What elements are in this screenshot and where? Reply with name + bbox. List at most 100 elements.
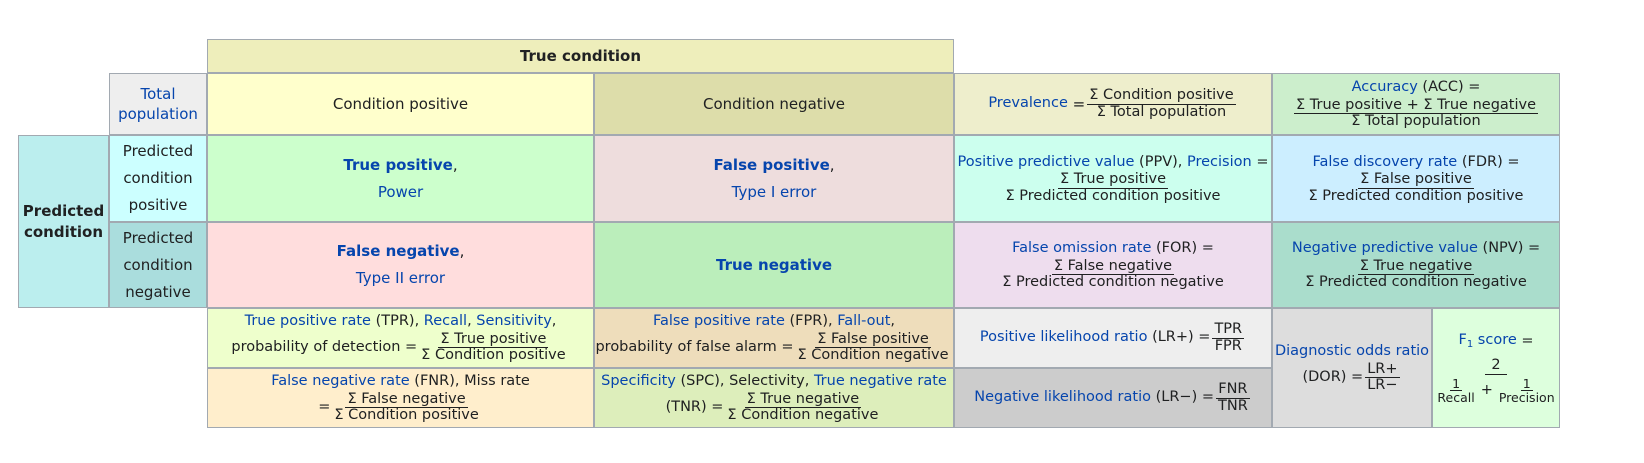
tpr-comma-2: , [551, 313, 557, 330]
fpr-comma: , [890, 313, 896, 330]
tpr-line2: probability of detection = [231, 339, 418, 355]
true-positive-link[interactable]: True positive [343, 156, 452, 174]
for-fraction: Σ False negative Σ Predicted condition n… [1000, 257, 1226, 291]
condition-positive-header: Condition positive [207, 73, 594, 135]
specificity-fraction: Σ True negative Σ Condition negative [725, 390, 880, 424]
f1-plus: + [1480, 381, 1493, 398]
prevalence-fraction: Σ Condition positive Σ Total population [1087, 86, 1236, 120]
specificity-link[interactable]: Specificity [601, 372, 676, 392]
total-population-cell: Total population [109, 73, 207, 135]
predicted-condition-header: Predicted condition [18, 135, 109, 308]
true-positive-cell: True positive, Power [207, 135, 594, 222]
lr-negative-denominator: TNR [1218, 397, 1248, 414]
fpr-abbr: (FPR), [789, 313, 833, 330]
npv-cell: Negative predictive value (NPV) = Σ True… [1272, 222, 1560, 308]
fdr-link[interactable]: False discovery rate [1312, 153, 1457, 173]
npv-fraction: Σ True negative Σ Predicted condition ne… [1303, 258, 1529, 291]
accuracy-numerator: Σ True positive + Σ True negative [1293, 96, 1538, 115]
predicted-condition-positive-header: Predicted condition positive [109, 135, 207, 222]
tpr-link[interactable]: True positive rate [245, 312, 371, 332]
fdr-fraction: Σ False positive Σ Predicted condition p… [1307, 171, 1526, 204]
false-negative-cell: False negative, Type II error [207, 222, 594, 308]
f1-precision-fraction: 1 Precision [1497, 377, 1557, 405]
total-population-link[interactable]: Total population [110, 84, 206, 125]
predicted-condition-positive-label: Predicted condition positive [122, 142, 194, 214]
tpr-comma: , [467, 313, 472, 330]
npv-abbr: (NPV) = [1482, 240, 1541, 257]
fnr-abbr: (FNR), Miss rate [414, 373, 530, 390]
f1-recall-fraction: 1 Recall [1435, 377, 1476, 405]
ppv-cell: Positive predictive value (PPV), Precisi… [954, 135, 1272, 222]
dor-link[interactable]: Diagnostic odds ratio [1275, 342, 1429, 362]
predicted-condition-label: Predicted condition [22, 202, 105, 241]
tpr-fraction: Σ True positive Σ Condition positive [419, 331, 567, 364]
accuracy-denominator: Σ Total population [1351, 113, 1481, 130]
fpr-line2: probability of false alarm = [595, 339, 794, 355]
ppv-abbr: (PPV), [1139, 153, 1183, 170]
type-i-error-link[interactable]: Type I error [732, 179, 817, 206]
specificity-line2: (TNR) = [665, 399, 724, 415]
dor-numerator: LR+ [1365, 360, 1400, 379]
specificity-abbr: (SPC), Selectivity, [680, 373, 810, 390]
fall-out-link[interactable]: Fall-out [837, 312, 890, 332]
f1-eq: = [1521, 332, 1534, 349]
accuracy-fraction: Σ True positive + Σ True negative Σ Tota… [1293, 96, 1538, 130]
tpr-denominator: Σ Condition positive [421, 347, 566, 364]
fnr-denominator: Σ Condition positive [334, 407, 479, 424]
prevalence-numerator: Σ Condition positive [1087, 86, 1236, 105]
fnr-link[interactable]: False negative rate [271, 372, 410, 392]
ppv-eq: = [1256, 153, 1269, 170]
fpr-denominator: Σ Condition negative [797, 347, 949, 364]
lr-positive-numerator: TPR [1212, 320, 1245, 339]
specificity-numerator: Σ True negative [744, 390, 862, 409]
tpr-cell: True positive rate (TPR), Recall, Sensit… [207, 308, 594, 368]
f1-recall-denominator: Recall [1437, 390, 1475, 406]
specificity-cell: Specificity (SPC), Selectivity, True neg… [594, 368, 954, 428]
lr-positive-denominator: FPR [1214, 337, 1242, 354]
true-condition-header: True condition [207, 39, 954, 73]
specificity-denominator: Σ Condition negative [727, 407, 879, 424]
fpr-cell: False positive rate (FPR), Fall-out, pro… [594, 308, 954, 368]
precision-link[interactable]: Precision [1187, 153, 1252, 173]
true-negative-link[interactable]: True negative [716, 255, 832, 275]
tpr-abbr: (TPR), [375, 313, 420, 330]
false-negative-link[interactable]: False negative [337, 242, 460, 260]
ppv-link[interactable]: Positive predictive value [958, 153, 1135, 173]
type-ii-error-link[interactable]: Type II error [356, 265, 445, 292]
fdr-abbr: (FDR) = [1461, 153, 1520, 170]
lr-negative-abbr: (LR−) = [1155, 389, 1214, 406]
condition-positive-label: Condition positive [332, 94, 469, 113]
dor-cell: Diagnostic odds ratio (DOR) = LR+ LR− [1272, 308, 1432, 428]
accuracy-link[interactable]: Accuracy [1352, 78, 1418, 98]
lr-positive-link[interactable]: Positive likelihood ratio [980, 328, 1148, 348]
true-negative-rate-link[interactable]: True negative rate [814, 372, 947, 392]
sensitivity-link[interactable]: Sensitivity [476, 312, 552, 332]
prevalence-eq: = [1072, 94, 1086, 113]
lr-negative-link[interactable]: Negative likelihood ratio [974, 388, 1151, 408]
ppv-numerator: Σ True positive [1057, 171, 1169, 189]
prevalence-link[interactable]: Prevalence [988, 94, 1068, 114]
accuracy-cell: Accuracy (ACC) = Σ True positive + Σ Tru… [1272, 73, 1560, 135]
for-numerator: Σ False negative [1051, 257, 1175, 276]
f1-numerator: 2 [1485, 357, 1507, 375]
f1-denominator: 1 Recall + 1 Precision [1431, 375, 1560, 405]
power-link[interactable]: Power [378, 179, 423, 206]
fnr-cell: False negative rate (FNR), Miss rate = Σ… [207, 368, 594, 428]
fpr-link[interactable]: False positive rate [653, 312, 785, 332]
false-positive-link[interactable]: False positive [713, 156, 829, 174]
recall-link[interactable]: Recall [424, 312, 467, 332]
fpr-fraction: Σ False positive Σ Condition negative [796, 330, 951, 364]
for-link[interactable]: False omission rate [1012, 239, 1151, 259]
f1-subscript: 1 [1466, 339, 1474, 351]
npv-link[interactable]: Negative predictive value [1292, 239, 1478, 259]
ppv-fraction: Σ True positive Σ Predicted condition po… [1004, 171, 1223, 204]
f1-score-link[interactable]: F1 score [1458, 331, 1516, 352]
f1-precision-denominator: Precision [1498, 390, 1555, 406]
lr-negative-cell: Negative likelihood ratio (LR−) = FNR TN… [954, 368, 1272, 428]
lr-positive-cell: Positive likelihood ratio (LR+) = TPR FP… [954, 308, 1272, 368]
true-negative-cell: True negative [594, 222, 954, 308]
fpr-numerator: Σ False positive [815, 330, 931, 349]
f1-fraction: 2 1 Recall + 1 Precision [1431, 357, 1560, 405]
for-abbr: (FOR) = [1156, 240, 1214, 257]
accuracy-abbr: (ACC) = [1422, 79, 1481, 96]
